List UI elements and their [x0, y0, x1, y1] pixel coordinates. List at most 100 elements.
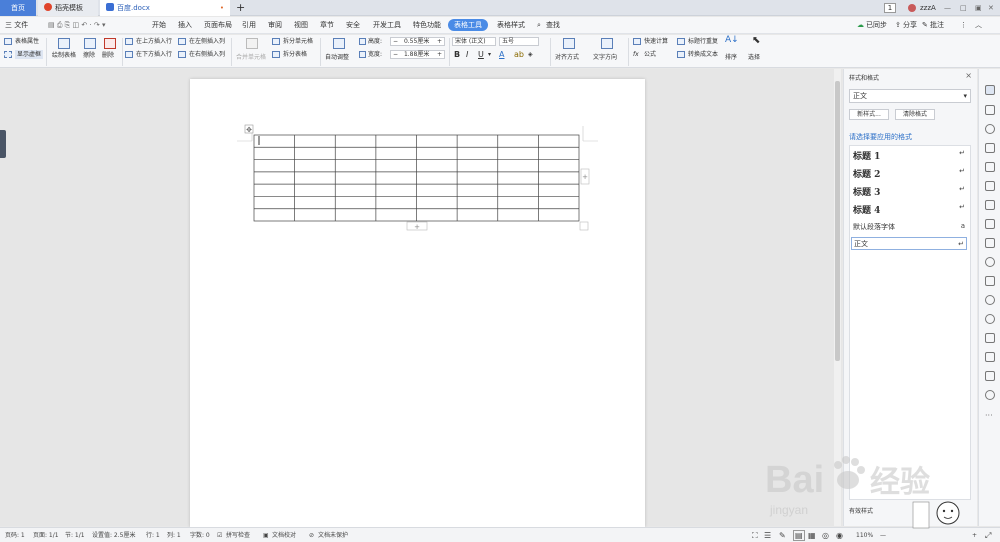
nav-pane-handle[interactable] [0, 130, 6, 158]
align-button[interactable]: 对齐方式 [555, 53, 579, 62]
highlight-icon[interactable]: ab [514, 50, 524, 59]
protect-status[interactable]: 文档未保护 [318, 528, 348, 542]
document-page[interactable]: ✥ + + [190, 79, 645, 527]
quick-calc-button[interactable]: 快速计算 [644, 37, 668, 46]
proofread-button[interactable]: 文档校对 [272, 528, 296, 542]
split-cells-button[interactable]: 拆分单元格 [283, 37, 313, 46]
avatar[interactable] [908, 4, 916, 12]
document-area[interactable]: ✥ + + [0, 69, 842, 527]
table-icon[interactable] [985, 333, 995, 343]
insert-row-above-button[interactable]: 在上方插入行 [136, 37, 172, 46]
vertical-scrollbar[interactable] [834, 69, 841, 526]
collapse-ribbon-icon[interactable]: ︿ [975, 17, 982, 34]
italic-icon[interactable]: I [466, 50, 468, 59]
fit-window-icon[interactable]: ⤢ [985, 528, 991, 542]
show-gridlines-button[interactable]: 显示虚框 [15, 50, 44, 59]
style-normal[interactable]: 正文 ↵ [851, 237, 967, 250]
backup-icon[interactable] [985, 314, 995, 324]
style-list[interactable]: 标题 1 ↵ 标题 2 ↵ 标题 3 ↵ 标题 4 ↵ 默认段落字体 a 正文 ↵ [849, 145, 971, 500]
clear-format-button[interactable]: 清除格式 [895, 109, 935, 120]
settings-icon[interactable] [985, 143, 995, 153]
minimize-icon[interactable]: — [944, 0, 951, 16]
share-button[interactable]: 分享 [903, 17, 917, 34]
page-view-icon[interactable]: ▤ [793, 530, 805, 541]
font-name-select[interactable]: 宋体 (正文) [452, 37, 496, 46]
width-decrement[interactable]: − [393, 51, 398, 58]
share-out-icon[interactable] [985, 181, 995, 191]
search-label[interactable]: 查找 [546, 17, 560, 34]
insert-col-right-button[interactable]: 在右侧插入列 [189, 50, 225, 59]
translate-icon[interactable] [985, 219, 995, 229]
web-view-icon[interactable]: ▦ [808, 528, 816, 542]
scroll-thumb[interactable] [835, 81, 840, 361]
menu-insert[interactable]: 插入 [178, 17, 192, 34]
new-tab-button[interactable]: + [236, 0, 245, 16]
fullscreen-icon[interactable]: ⛶ [752, 528, 758, 542]
target-icon[interactable] [985, 390, 995, 400]
more-tools-icon[interactable]: ··· [985, 411, 993, 420]
zoom-level[interactable]: 110% [856, 528, 873, 542]
tab-document[interactable]: 百度.docx • [100, 0, 230, 16]
edit-icon[interactable] [985, 200, 995, 210]
height-decrement[interactable]: − [393, 38, 398, 45]
bold-icon[interactable]: B [454, 50, 460, 59]
select-button[interactable]: 选择 [748, 53, 760, 62]
menu-developer[interactable]: 开发工具 [373, 17, 401, 34]
table-props-button[interactable]: 表格属性 [15, 37, 39, 46]
sync-status[interactable]: 已同步 [866, 17, 887, 34]
menu-page-layout[interactable]: 页面布局 [204, 17, 232, 34]
spell-check-button[interactable]: 拼写检查 [226, 528, 250, 542]
location-icon[interactable] [985, 257, 995, 267]
select-tool-icon[interactable] [985, 105, 995, 115]
tab-home[interactable]: 首页 [0, 0, 36, 16]
style-panel-icon[interactable] [985, 85, 995, 95]
underline-icon[interactable]: U [478, 50, 484, 59]
menu-review[interactable]: 审阅 [268, 17, 282, 34]
insert-col-left-button[interactable]: 在左侧插入列 [189, 37, 225, 46]
help-icon[interactable] [985, 295, 995, 305]
shape-icon[interactable] [985, 124, 995, 134]
image-icon[interactable] [985, 238, 995, 248]
close-window-icon[interactable]: ✕ [988, 0, 994, 16]
list-icon[interactable] [985, 276, 995, 286]
style-heading-3[interactable]: 标题 3 ↵ [853, 185, 967, 198]
text-direction-button[interactable]: 文字方向 [593, 53, 617, 62]
comment-button[interactable]: 批注 [930, 17, 944, 34]
menu-security[interactable]: 安全 [346, 17, 360, 34]
erase-button[interactable]: 擦除 [83, 51, 95, 60]
font-size-select[interactable]: 五号 [499, 37, 539, 46]
insert-row-below-button[interactable]: 在下方插入行 [136, 50, 172, 59]
share-icon[interactable]: ⇪ [895, 17, 901, 34]
formula-button[interactable]: 公式 [644, 50, 656, 59]
draw-table-button[interactable]: 绘制表格 [52, 51, 76, 60]
maximize-icon[interactable]: □ [960, 0, 967, 16]
current-style-select[interactable]: 正文 ▾ [849, 89, 971, 103]
sort-button[interactable]: 排序 [725, 53, 737, 62]
user-name[interactable]: zzzA [920, 0, 936, 16]
style-heading-1[interactable]: 标题 1 ↵ [853, 149, 967, 162]
convert-text-button[interactable]: 转换成文本 [688, 50, 718, 59]
merge-cells-button[interactable]: 合并单元格 [236, 53, 266, 62]
pen-icon[interactable]: ✎ [779, 528, 786, 542]
comment-icon[interactable]: ✎ [922, 17, 928, 34]
height-increment[interactable]: + [437, 38, 442, 45]
reading-mode-icon[interactable]: ◉ [836, 528, 843, 542]
menu-table-style[interactable]: 表格样式 [497, 17, 525, 34]
width-increment[interactable]: + [437, 51, 442, 58]
status-words[interactable]: 字数: 0 [190, 528, 210, 542]
width-field[interactable]: − 1.88厘米 + [390, 50, 445, 59]
zoom-out-button[interactable]: — [880, 528, 886, 542]
menu-table-tools[interactable]: 表格工具 [448, 19, 488, 31]
new-style-button[interactable]: 新样式... [849, 109, 889, 120]
menu-references[interactable]: 引用 [242, 17, 256, 34]
repeat-header-button[interactable]: 标题行重复 [688, 37, 718, 46]
more-icon[interactable]: ⋮ [960, 17, 967, 34]
shading-icon[interactable]: ◈ [528, 50, 533, 59]
grid-icon[interactable] [985, 352, 995, 362]
style-default-font[interactable]: 默认段落字体 a [853, 222, 967, 232]
menu-special[interactable]: 特色功能 [413, 17, 441, 34]
zoom-in-button[interactable]: + [972, 528, 977, 542]
height-field[interactable]: − 0.55厘米 + [390, 37, 445, 46]
menu-start[interactable]: 开始 [152, 17, 166, 34]
tab-templates[interactable]: 稻壳模板 [38, 0, 98, 16]
